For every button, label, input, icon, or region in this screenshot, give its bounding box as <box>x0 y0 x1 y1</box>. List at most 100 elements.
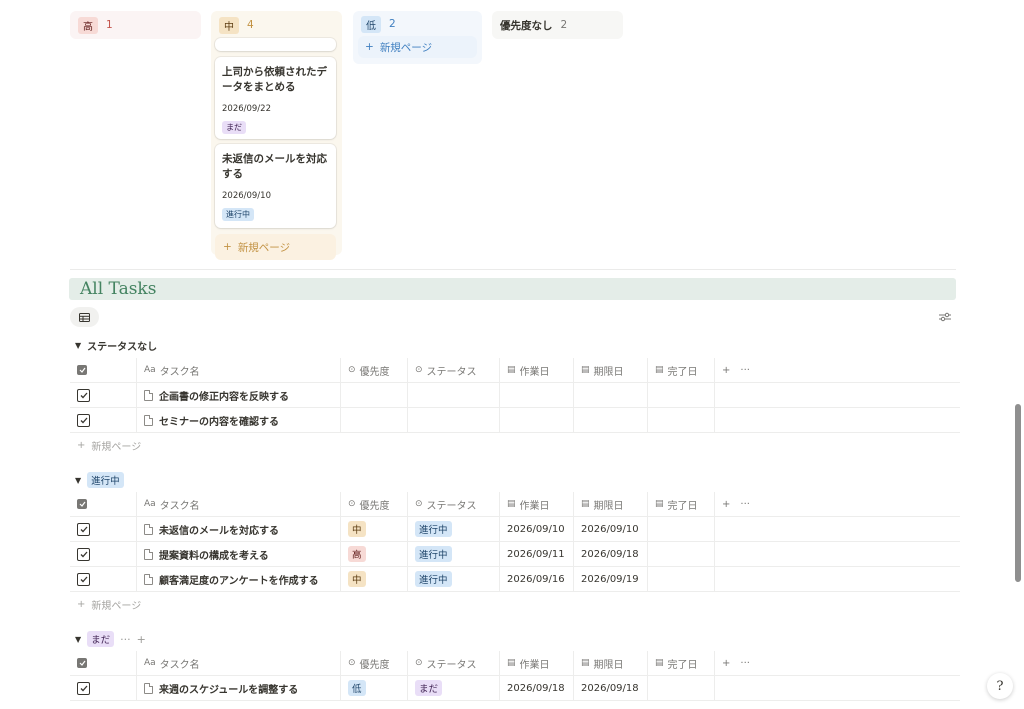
work-date-cell[interactable]: 2026/09/11 <box>500 542 574 566</box>
board-column-low[interactable]: 低 2 + 新規ページ <box>353 11 482 64</box>
caret-down-icon[interactable]: ▼ <box>75 476 81 485</box>
row-checkbox[interactable] <box>77 413 90 427</box>
work-date-cell[interactable] <box>500 408 574 432</box>
row-checkbox[interactable] <box>77 522 90 536</box>
add-column-icon[interactable]: + <box>722 365 730 376</box>
row-checkbox[interactable] <box>77 681 90 695</box>
column-header-done-date[interactable]: ▤ 完了日 <box>648 358 715 382</box>
caret-down-icon[interactable]: ▼ <box>75 341 81 350</box>
priority-cell[interactable] <box>341 383 408 407</box>
table-row[interactable]: 未返信のメールを対応する 中 進行中 2026/09/10 2026/09/10 <box>70 517 960 542</box>
table-row[interactable]: セミナーの内容を確認する <box>70 408 960 433</box>
more-icon[interactable]: ··· <box>740 499 750 510</box>
done-date-cell[interactable] <box>648 383 715 407</box>
column-header-work-date[interactable]: ▤ 作業日 <box>500 492 574 516</box>
task-name[interactable]: 未返信のメールを対応する <box>159 522 279 537</box>
new-page-button[interactable]: + 新規ページ <box>215 234 336 260</box>
table-row[interactable]: 来週のスケジュールを調整する 低 まだ 2026/09/18 2026/09/1… <box>70 676 960 701</box>
column-header-work-date[interactable]: ▤ 作業日 <box>500 651 574 675</box>
select-all-cell[interactable] <box>70 651 137 675</box>
work-date-cell[interactable]: 2026/09/18 <box>500 676 574 700</box>
group-header-notyet[interactable]: ▼ まだ ··· + <box>75 631 146 647</box>
table-row[interactable]: 顧客満足度のアンケートを作成する 中 進行中 2026/09/16 2026/0… <box>70 567 960 592</box>
status-cell[interactable]: 進行中 <box>408 567 500 591</box>
column-header-priority[interactable]: ⊙ 優先度 <box>341 651 408 675</box>
column-header-due-date[interactable]: ▤ 期限日 <box>574 492 648 516</box>
task-name[interactable]: 企画書の修正内容を反映する <box>159 388 289 403</box>
status-cell[interactable]: 進行中 <box>408 517 500 541</box>
due-date-cell[interactable] <box>574 383 648 407</box>
column-header-name[interactable]: Aa タスク名 <box>137 651 341 675</box>
row-checkbox[interactable] <box>77 388 90 402</box>
row-checkbox[interactable] <box>77 547 90 561</box>
column-header-priority[interactable]: ⊙ 優先度 <box>341 492 408 516</box>
board-card[interactable]: 未返信のメールを対応する 2026/09/10 進行中 <box>215 144 336 228</box>
column-header-status[interactable]: ⊙ ステータス <box>408 651 500 675</box>
board-card-partial[interactable] <box>215 38 336 51</box>
column-header-name[interactable]: Aa タスク名 <box>137 492 341 516</box>
due-date-cell[interactable]: 2026/09/19 <box>574 567 648 591</box>
priority-cell[interactable]: 中 <box>341 517 408 541</box>
table-view-button[interactable] <box>70 307 99 327</box>
status-cell[interactable] <box>408 383 500 407</box>
checkbox-header-icon[interactable] <box>77 365 87 375</box>
task-name[interactable]: セミナーの内容を確認する <box>159 413 279 428</box>
column-header-status[interactable]: ⊙ ステータス <box>408 492 500 516</box>
caret-down-icon[interactable]: ▼ <box>75 635 81 644</box>
more-icon[interactable]: ··· <box>740 365 750 376</box>
add-column-icon[interactable]: + <box>722 499 730 510</box>
due-date-cell[interactable]: 2026/09/10 <box>574 517 648 541</box>
row-checkbox[interactable] <box>77 572 90 586</box>
priority-cell[interactable]: 低 <box>341 676 408 700</box>
new-row-button[interactable]: + 新規ページ <box>77 597 141 612</box>
task-name[interactable]: 来週のスケジュールを調整する <box>159 681 298 696</box>
done-date-cell[interactable] <box>648 408 715 432</box>
work-date-cell[interactable]: 2026/09/16 <box>500 567 574 591</box>
due-date-cell[interactable]: 2026/09/18 <box>574 542 648 566</box>
due-date-cell[interactable] <box>574 408 648 432</box>
due-date-cell[interactable]: 2026/09/18 <box>574 676 648 700</box>
new-page-button[interactable]: + 新規ページ <box>358 36 477 58</box>
done-date-cell[interactable] <box>648 542 715 566</box>
board-column-mid[interactable]: 中 4 上司から依頼されたデータをまとめる 2026/09/22 まだ 未返信の… <box>211 11 342 260</box>
view-settings-icon[interactable] <box>938 311 952 323</box>
checkbox-header-icon[interactable] <box>77 658 87 668</box>
column-header-done-date[interactable]: ▤ 完了日 <box>648 651 715 675</box>
status-cell[interactable]: まだ <box>408 676 500 700</box>
status-cell[interactable] <box>408 408 500 432</box>
work-date-cell[interactable] <box>500 383 574 407</box>
done-date-cell[interactable] <box>648 676 715 700</box>
add-column-icon[interactable]: + <box>722 658 730 669</box>
done-date-cell[interactable] <box>648 517 715 541</box>
priority-cell[interactable]: 高 <box>341 542 408 566</box>
column-header-priority[interactable]: ⊙ 優先度 <box>341 358 408 382</box>
more-icon[interactable]: ··· <box>120 633 131 646</box>
group-header-none[interactable]: ▼ ステータスなし <box>75 338 157 353</box>
help-button[interactable]: ? <box>987 673 1013 699</box>
table-row[interactable]: 提案資料の構成を考える 高 進行中 2026/09/11 2026/09/18 <box>70 542 960 567</box>
done-date-cell[interactable] <box>648 567 715 591</box>
checkbox-header-icon[interactable] <box>77 499 87 509</box>
vertical-scrollbar[interactable] <box>1015 404 1021 582</box>
priority-cell[interactable]: 中 <box>341 567 408 591</box>
column-header-status[interactable]: ⊙ ステータス <box>408 358 500 382</box>
task-name[interactable]: 提案資料の構成を考える <box>159 547 269 562</box>
task-name[interactable]: 顧客満足度のアンケートを作成する <box>159 572 319 587</box>
priority-cell[interactable] <box>341 408 408 432</box>
board-card[interactable]: 上司から依頼されたデータをまとめる 2026/09/22 まだ <box>215 57 336 139</box>
work-date-cell[interactable]: 2026/09/10 <box>500 517 574 541</box>
board-column-none[interactable]: 優先度なし 2 <box>492 11 623 39</box>
status-cell[interactable]: 進行中 <box>408 542 500 566</box>
add-icon[interactable]: + <box>137 633 146 646</box>
new-row-button[interactable]: + 新規ページ <box>77 438 141 453</box>
column-header-name[interactable]: Aa タスク名 <box>137 358 341 382</box>
table-row[interactable]: 企画書の修正内容を反映する <box>70 383 960 408</box>
board-column-high[interactable]: 高 1 <box>70 11 201 39</box>
select-all-cell[interactable] <box>70 358 137 382</box>
column-header-due-date[interactable]: ▤ 期限日 <box>574 358 648 382</box>
column-header-due-date[interactable]: ▤ 期限日 <box>574 651 648 675</box>
select-all-cell[interactable] <box>70 492 137 516</box>
more-icon[interactable]: ··· <box>740 658 750 669</box>
column-header-work-date[interactable]: ▤ 作業日 <box>500 358 574 382</box>
column-header-done-date[interactable]: ▤ 完了日 <box>648 492 715 516</box>
